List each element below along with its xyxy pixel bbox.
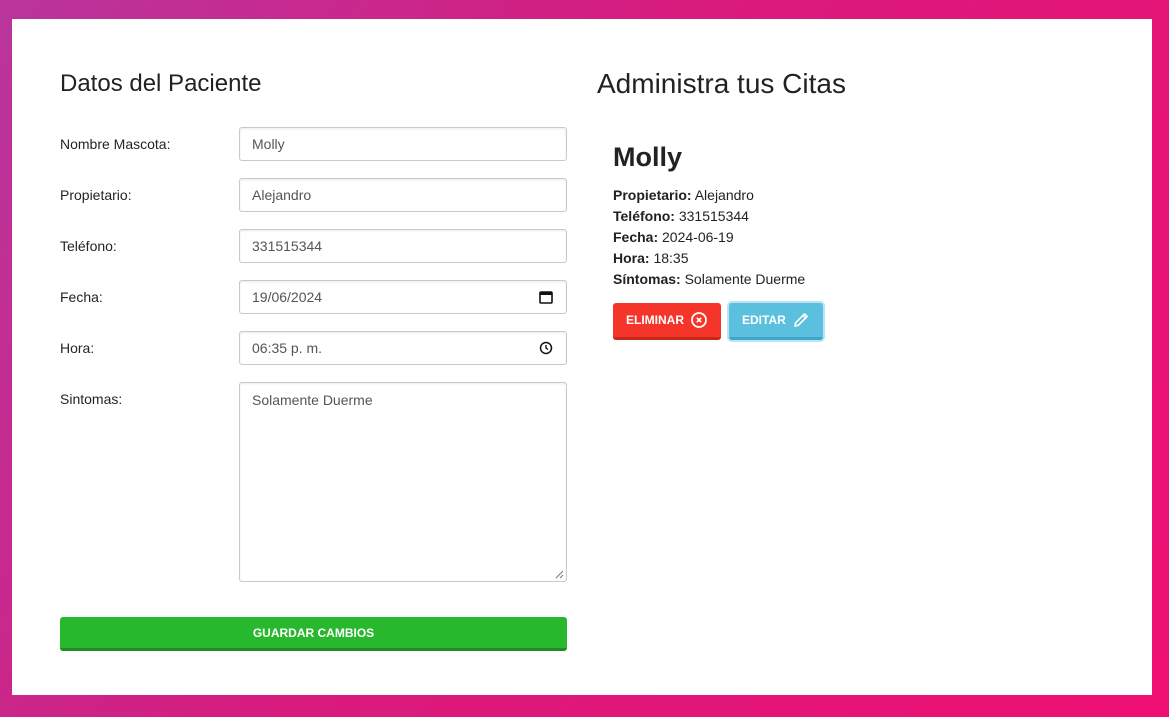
phone-value: 331515344 [678, 208, 749, 224]
appointment-date: Fecha: 2024-06-19 [613, 227, 823, 248]
appointment-pet-name: Molly [613, 142, 683, 172]
delete-label: ELIMINAR [626, 313, 684, 327]
date-value-text: 2024-06-19 [662, 229, 734, 245]
symptoms-row: Sintomas: Solamente Duerme [60, 382, 567, 582]
symptoms-label: Sintomas: [60, 391, 123, 407]
date-label: Fecha: [60, 289, 103, 305]
appointment-time: Hora: 18:35 [613, 248, 823, 269]
pet-name-label: Nombre Mascota: [60, 136, 171, 152]
symptoms-value: Solamente Duerme [252, 392, 373, 408]
symptoms-value-text: Solamente Duerme [684, 271, 806, 287]
pencil-icon [793, 313, 808, 327]
save-changes-button[interactable]: GUARDAR CAMBIOS [60, 617, 567, 651]
delete-button[interactable]: ELIMINAR [613, 303, 721, 340]
owner-key: Propietario: [613, 187, 692, 203]
resize-handle-icon[interactable] [554, 569, 564, 579]
main-card: Datos del Paciente Nombre Mascota: Molly… [12, 19, 1152, 695]
time-input[interactable]: 06:35 p. m. [239, 331, 567, 365]
clock-icon[interactable] [538, 340, 554, 356]
owner-input[interactable]: Alejandro [239, 178, 567, 212]
symptoms-textarea[interactable]: Solamente Duerme [239, 382, 567, 582]
appointment-phone: Teléfono: 331515344 [613, 206, 823, 227]
edit-button[interactable]: EDITAR [729, 303, 823, 340]
pet-name-row: Nombre Mascota: Molly [60, 127, 567, 161]
appointment-card: Molly Propietario: Alejandro Teléfono: 3… [613, 141, 823, 340]
edit-label: EDITAR [742, 313, 786, 327]
appointments-title: Administra tus Citas [597, 68, 846, 99]
owner-row: Propietario: Alejandro [60, 178, 567, 212]
phone-row: Teléfono: 331515344 [60, 229, 567, 263]
time-label: Hora: [60, 340, 95, 356]
pet-name-input[interactable]: Molly [239, 127, 567, 161]
date-key: Fecha: [613, 229, 659, 245]
patient-form: Datos del Paciente Nombre Mascota: Molly… [60, 69, 567, 651]
date-row: Fecha: 19/06/2024 [60, 280, 567, 314]
owner-value: Alejandro [694, 187, 754, 203]
calendar-icon[interactable] [538, 289, 554, 305]
phone-input[interactable]: 331515344 [239, 229, 567, 263]
appointment-actions: ELIMINAR EDITAR [613, 303, 823, 340]
time-key: Hora: [613, 250, 650, 266]
time-value-text: 18:35 [653, 250, 689, 266]
time-value: 06:35 p. m. [252, 340, 323, 356]
time-row: Hora: 06:35 p. m. [60, 331, 567, 365]
symptoms-key: Síntomas: [613, 271, 681, 287]
owner-label: Propietario: [60, 187, 132, 203]
form-title: Datos del Paciente [60, 70, 262, 97]
appointment-owner: Propietario: Alejandro [613, 185, 823, 206]
phone-key: Teléfono: [613, 208, 675, 224]
phone-label: Teléfono: [60, 238, 117, 254]
appointments-panel: Administra tus Citas Molly Propietario: … [597, 68, 1117, 340]
appointment-symptoms: Síntomas: Solamente Duerme [613, 269, 823, 290]
date-input[interactable]: 19/06/2024 [239, 280, 567, 314]
date-value: 19/06/2024 [252, 289, 323, 305]
x-circle-icon [691, 312, 707, 328]
